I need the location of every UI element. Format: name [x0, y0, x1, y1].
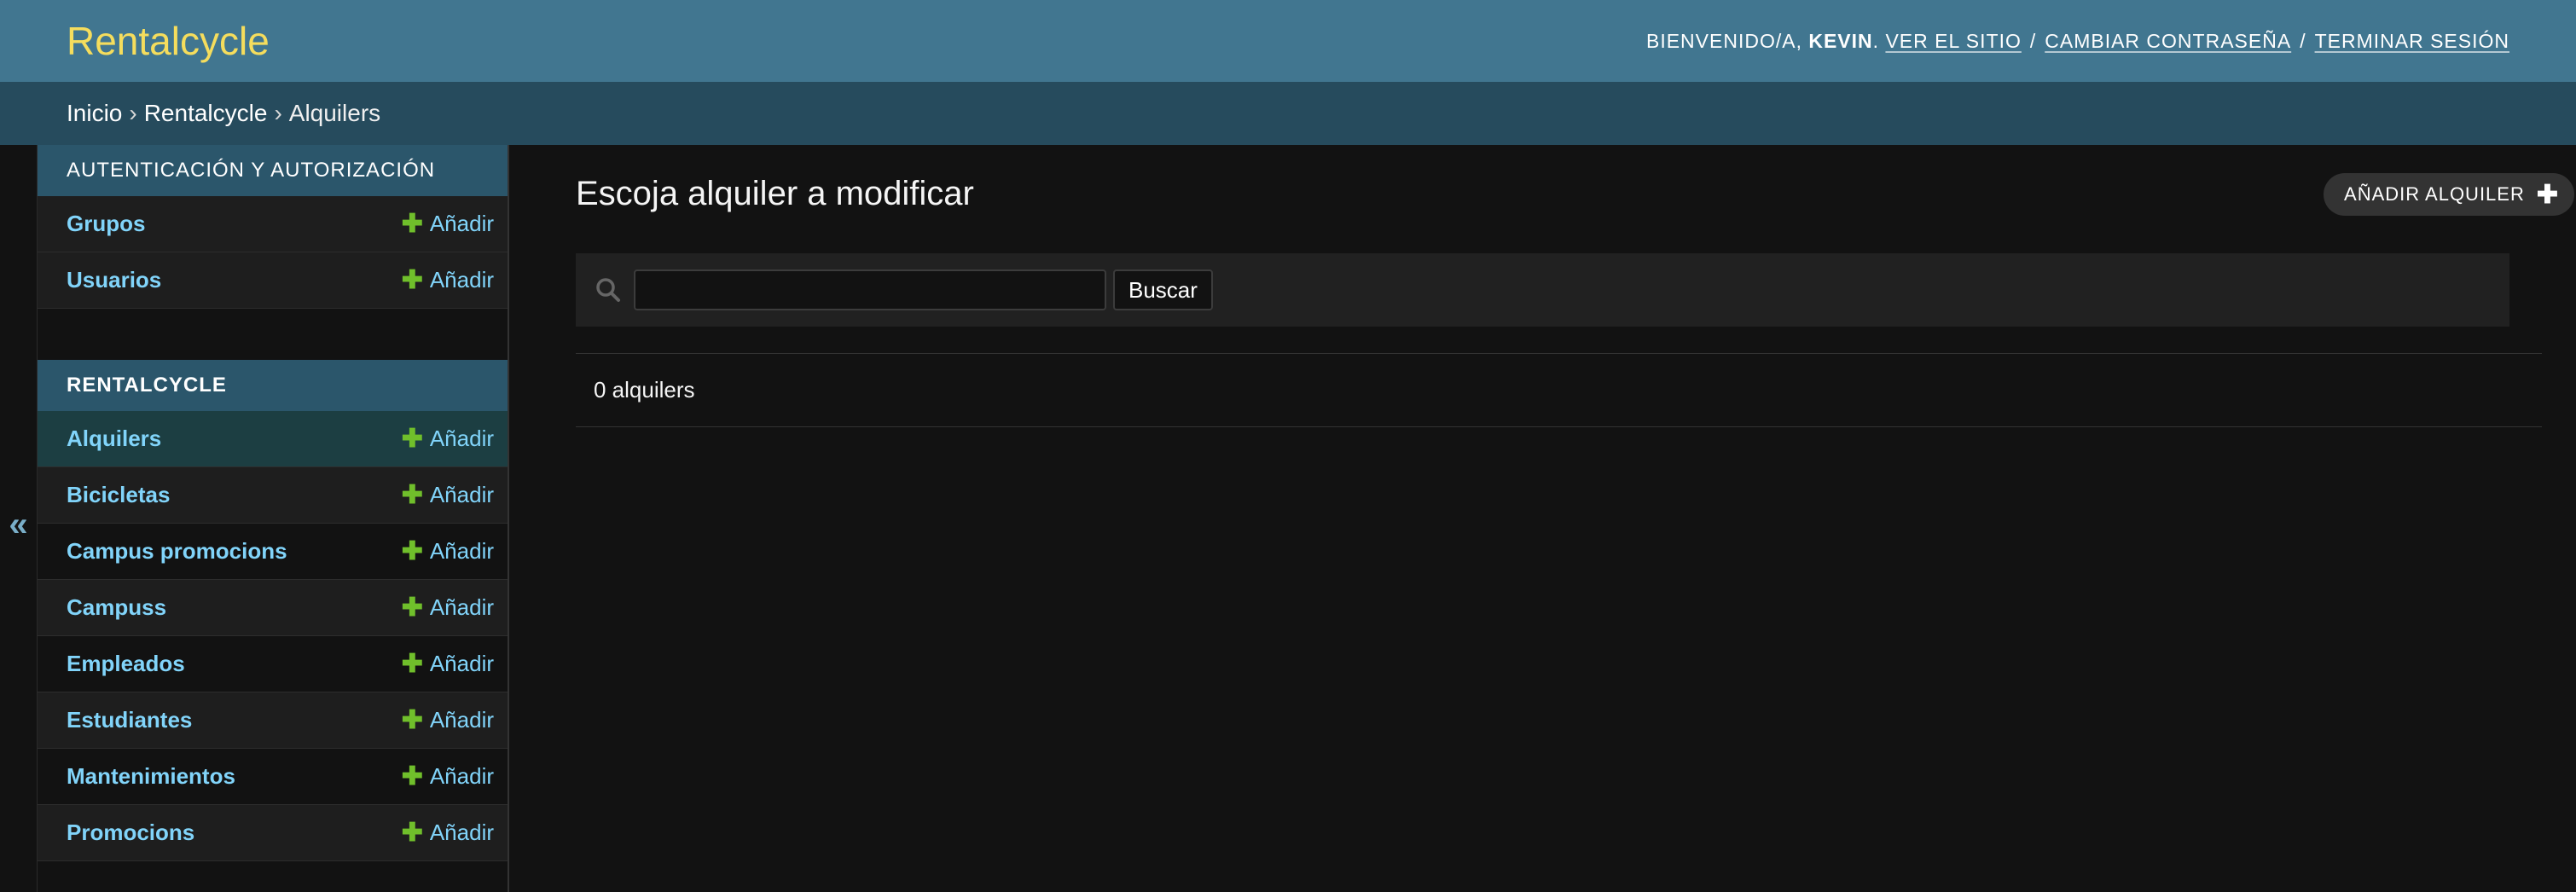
module-gap: [38, 309, 508, 360]
sidebar-item-campus-promocions[interactable]: Campus promocions ✚ Añadir: [38, 524, 508, 580]
add-label: Añadir: [429, 651, 494, 676]
sidebar-item-label[interactable]: Campuss: [67, 594, 166, 621]
module-caption-auth[interactable]: AUTENTICACIÓN Y AUTORIZACIÓN: [38, 145, 508, 196]
add-campus-promocions-link[interactable]: ✚ Añadir: [402, 538, 494, 565]
add-campuss-link[interactable]: ✚ Añadir: [402, 594, 494, 621]
toggle-sidebar-button[interactable]: «: [0, 145, 38, 892]
module-caption-rentalcycle[interactable]: RENTALCYCLE: [38, 360, 508, 411]
sidebar-item-alquilers[interactable]: Alquilers ✚ Añadir: [38, 411, 508, 467]
sidebar-item-label[interactable]: Alquilers: [67, 426, 161, 452]
add-label: Añadir: [429, 707, 494, 733]
logout-link[interactable]: TERMINAR SESIÓN: [2315, 30, 2509, 53]
add-usuarios-link[interactable]: ✚ Añadir: [402, 267, 494, 293]
add-label: Añadir: [429, 538, 494, 564]
double-chevron-left-icon: «: [9, 505, 28, 543]
user-tools-separator: /: [2300, 29, 2306, 52]
sidebar-item-estudiantes[interactable]: Estudiantes ✚ Añadir: [38, 692, 508, 749]
plus-icon: ✚: [401, 209, 423, 238]
add-label: Añadir: [429, 763, 494, 789]
user-tools: BIENVENIDO/A, KEVIN. VER EL SITIO / CAMB…: [1646, 30, 2509, 53]
add-label: Añadir: [429, 820, 494, 845]
plus-icon: ✚: [2536, 180, 2559, 209]
sidebar-item-label[interactable]: Promocions: [67, 820, 194, 846]
add-promocions-link[interactable]: ✚ Añadir: [402, 820, 494, 846]
nav-sidebar: AUTENTICACIÓN Y AUTORIZACIÓN Grupos ✚ Aña…: [38, 145, 509, 892]
plus-icon: ✚: [401, 818, 423, 847]
sidebar-item-empleados[interactable]: Empleados ✚ Añadir: [38, 636, 508, 692]
add-label: Añadir: [429, 211, 494, 236]
sidebar-item-label[interactable]: Estudiantes: [67, 707, 192, 733]
plus-icon: ✚: [401, 480, 423, 509]
plus-icon: ✚: [401, 424, 423, 453]
add-alquiler-label: AÑADIR ALQUILER: [2344, 183, 2525, 205]
add-grupos-link[interactable]: ✚ Añadir: [402, 211, 494, 237]
add-label: Añadir: [429, 267, 494, 293]
sidebar-item-label[interactable]: Empleados: [67, 651, 185, 677]
sidebar-item-label[interactable]: Usuarios: [67, 267, 161, 293]
add-empleados-link[interactable]: ✚ Añadir: [402, 651, 494, 677]
breadcrumb-home[interactable]: Inicio: [67, 100, 122, 127]
add-estudiantes-link[interactable]: ✚ Añadir: [402, 707, 494, 733]
plus-icon: ✚: [401, 705, 423, 734]
add-bicicletas-link[interactable]: ✚ Añadir: [402, 482, 494, 508]
user-tools-separator: /: [2029, 29, 2037, 52]
add-label: Añadir: [429, 594, 494, 620]
add-label: Añadir: [429, 482, 494, 507]
sidebar-item-label[interactable]: Bicicletas: [67, 482, 170, 508]
search-button[interactable]: Buscar: [1113, 269, 1213, 310]
sidebar-item-label[interactable]: Campus promocions: [67, 538, 287, 565]
sidebar-item-campuss[interactable]: Campuss ✚ Añadir: [38, 580, 508, 636]
sidebar-item-label[interactable]: Mantenimientos: [67, 763, 235, 790]
welcome-text: BIENVENIDO/A,: [1645, 29, 1802, 52]
add-alquilers-link[interactable]: ✚ Añadir: [402, 426, 494, 452]
sidebar-item-usuarios[interactable]: Usuarios ✚ Añadir: [38, 252, 508, 309]
add-label: Añadir: [429, 426, 494, 451]
search-toolbar: Buscar: [576, 253, 2509, 327]
plus-icon: ✚: [401, 762, 423, 791]
sidebar-item-bicicletas[interactable]: Bicicletas ✚ Añadir: [38, 467, 508, 524]
site-name-link[interactable]: Rentalcycle: [67, 18, 270, 64]
sidebar-item-promocions[interactable]: Promocions ✚ Añadir: [38, 805, 508, 861]
site-header: Rentalcycle BIENVENIDO/A, KEVIN. VER EL …: [0, 0, 2576, 82]
plus-icon: ✚: [401, 536, 423, 565]
welcome-period: .: [1872, 29, 1880, 52]
sidebar-item-grupos[interactable]: Grupos ✚ Añadir: [38, 196, 508, 252]
plus-icon: ✚: [401, 649, 423, 678]
main-content: Escoja alquiler a modificar AÑADIR ALQUI…: [576, 145, 2574, 892]
breadcrumb: Inicio › Rentalcycle › Alquilers: [0, 82, 2576, 145]
result-count-text: 0 alquilers: [594, 377, 695, 403]
change-password-link[interactable]: CAMBIAR CONTRASEÑA: [2045, 30, 2291, 53]
plus-icon: ✚: [401, 265, 423, 294]
breadcrumb-separator: ›: [274, 100, 282, 126]
sidebar-item-label[interactable]: Grupos: [67, 211, 145, 237]
add-alquiler-button[interactable]: AÑADIR ALQUILER ✚: [2324, 173, 2574, 216]
view-site-link[interactable]: VER EL SITIO: [1885, 30, 2021, 53]
breadcrumb-app[interactable]: Rentalcycle: [144, 100, 268, 127]
username: KEVIN: [1808, 29, 1873, 52]
result-count: 0 alquilers: [576, 353, 2542, 427]
plus-icon: ✚: [401, 593, 423, 622]
search-icon: [596, 278, 620, 302]
sidebar-item-mantenimientos[interactable]: Mantenimientos ✚ Añadir: [38, 749, 508, 805]
search-input[interactable]: [634, 269, 1106, 310]
page-title: Escoja alquiler a modificar: [576, 175, 974, 212]
breadcrumb-current: Alquilers: [288, 100, 381, 126]
add-mantenimientos-link[interactable]: ✚ Añadir: [402, 763, 494, 790]
breadcrumb-separator: ›: [129, 100, 137, 126]
